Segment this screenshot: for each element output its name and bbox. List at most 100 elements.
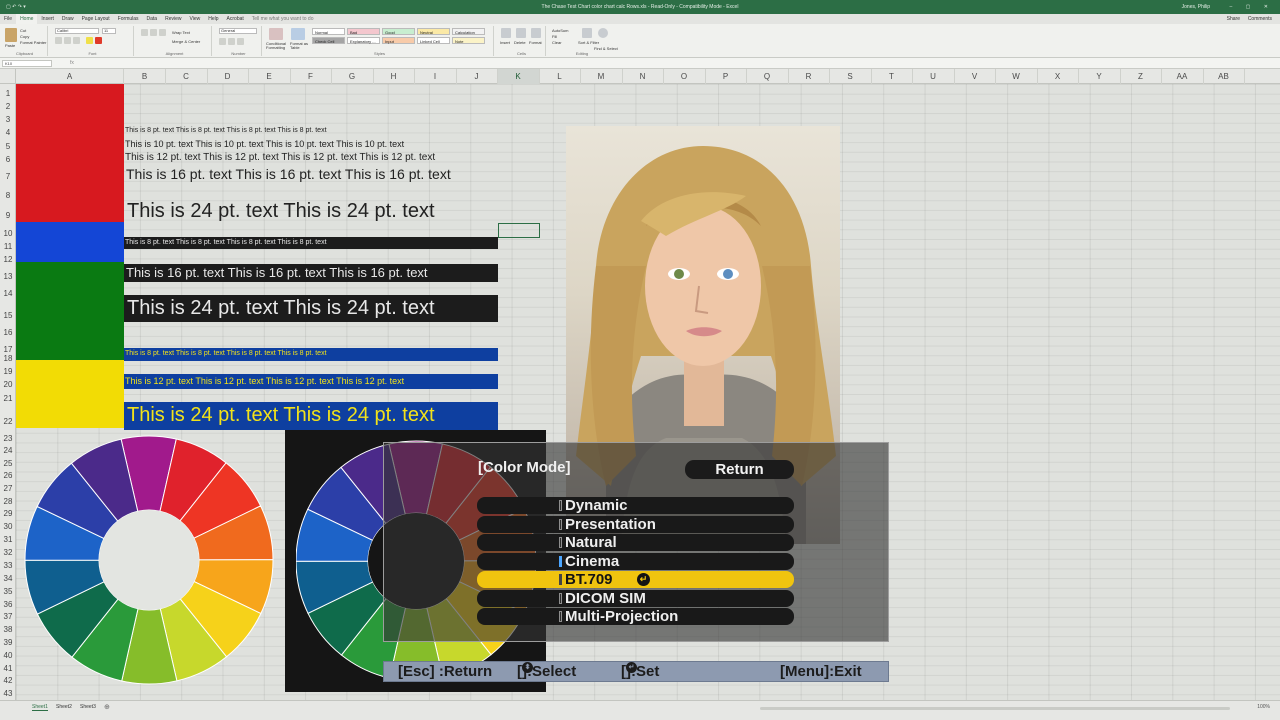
ribbon-tab-file[interactable]: File (0, 14, 16, 24)
row-header-29[interactable]: 29 (0, 509, 16, 518)
share-button[interactable]: Share (1223, 14, 1244, 24)
row-header-4[interactable]: 4 (0, 128, 16, 137)
row-header-19[interactable]: 19 (0, 367, 16, 376)
row-header-5[interactable]: 5 (0, 142, 16, 151)
row-header-34[interactable]: 34 (0, 574, 16, 583)
cell-style-linked-cell[interactable]: Linked Cell (417, 37, 450, 44)
add-sheet-button[interactable]: ⊕ (104, 703, 110, 711)
sort-filter-button[interactable]: Sort & Filter (578, 40, 599, 45)
column-header-b[interactable]: B (124, 69, 166, 84)
row-header-9[interactable]: 9 (0, 211, 16, 220)
row-header-42[interactable]: 42 (0, 676, 16, 685)
cell-style-neutral[interactable]: Neutral (417, 28, 450, 35)
column-header-h[interactable]: H (373, 69, 415, 84)
comma-icon[interactable] (237, 38, 244, 45)
column-header-t[interactable]: T (871, 69, 913, 84)
fx-icon[interactable]: fx (70, 58, 74, 69)
conditional-formatting-icon[interactable] (269, 28, 283, 40)
row-header-2[interactable]: 2 (0, 102, 16, 111)
column-header-ab[interactable]: AB (1203, 69, 1245, 84)
find-select-icon[interactable] (598, 28, 608, 38)
ribbon-tab-help[interactable]: Help (204, 14, 222, 24)
column-header-s[interactable]: S (830, 69, 872, 84)
row-header-39[interactable]: 39 (0, 638, 16, 647)
color-mode-dicom-sim[interactable]: DICOM SIM (477, 589, 794, 607)
ribbon-tab-data[interactable]: Data (143, 14, 162, 24)
ribbon-tab-page-layout[interactable]: Page Layout (78, 14, 114, 24)
row-header-26[interactable]: 26 (0, 471, 16, 480)
row-header-1[interactable]: 1 (0, 89, 16, 98)
column-header-d[interactable]: D (207, 69, 249, 84)
row-header-28[interactable]: 28 (0, 497, 16, 506)
row-header-40[interactable]: 40 (0, 651, 16, 660)
paste-label[interactable]: Paste (5, 43, 15, 48)
row-header-11[interactable]: 11 (0, 242, 16, 251)
ribbon-tab-insert[interactable]: Insert (37, 14, 58, 24)
zoom-level[interactable]: 100% (1257, 704, 1270, 710)
format-cells-icon[interactable] (531, 28, 541, 38)
color-mode-cinema[interactable]: Cinema (477, 552, 794, 570)
column-header-e[interactable]: E (249, 69, 291, 84)
tell-me-search[interactable]: Tell me what you want to do (248, 14, 318, 24)
column-header-v[interactable]: V (954, 69, 996, 84)
font-name-box[interactable]: Calibri (55, 28, 99, 34)
fill-button[interactable]: Fill (552, 34, 557, 39)
column-header-c[interactable]: C (166, 69, 208, 84)
font-size-box[interactable]: 11 (102, 28, 116, 34)
row-header-3[interactable]: 3 (0, 115, 16, 124)
row-header-24[interactable]: 24 (0, 446, 16, 455)
row-header-25[interactable]: 25 (0, 459, 16, 468)
percent-icon[interactable] (228, 38, 235, 45)
column-header-q[interactable]: Q (747, 69, 789, 84)
cut-button[interactable]: Cut (20, 28, 26, 33)
row-header-27[interactable]: 27 (0, 484, 16, 493)
sheet-tab-sheet1[interactable]: Sheet1 (32, 704, 48, 711)
row-header-7[interactable]: 7 (0, 172, 16, 181)
conditional-formatting-button[interactable]: Conditional Formatting (266, 42, 288, 50)
bold-icon[interactable] (55, 37, 62, 44)
active-cell-k10[interactable] (498, 223, 540, 238)
color-mode-natural[interactable]: Natural (477, 534, 794, 551)
select-all-corner[interactable] (0, 69, 16, 84)
insert-cells-icon[interactable] (501, 28, 511, 38)
cell-style-bad[interactable]: Bad (347, 28, 380, 35)
format-button[interactable]: Format (529, 40, 542, 45)
comments-button[interactable]: Comments (1244, 14, 1276, 24)
color-mode-multi-projection[interactable]: Multi-Projection (477, 608, 794, 625)
user-name[interactable]: Jones, Philip (1182, 0, 1210, 14)
ribbon-tab-draw[interactable]: Draw (58, 14, 78, 24)
delete-button[interactable]: Delete (514, 40, 526, 45)
column-header-w[interactable]: W (996, 69, 1038, 84)
row-header-13[interactable]: 13 (0, 272, 16, 281)
column-header-z[interactable]: Z (1120, 69, 1162, 84)
ribbon-tab-formulas[interactable]: Formulas (114, 14, 143, 24)
number-format-box[interactable]: General (219, 28, 257, 34)
row-header-41[interactable]: 41 (0, 664, 16, 673)
italic-icon[interactable] (64, 37, 71, 44)
underline-icon[interactable] (73, 37, 80, 44)
cell-style-input[interactable]: Input (382, 37, 415, 44)
return-button[interactable]: Return (685, 460, 794, 479)
format-as-table-icon[interactable] (291, 28, 305, 40)
row-header-8[interactable]: 8 (0, 191, 16, 200)
cell-style-check-cell[interactable]: Check Cell (312, 37, 345, 44)
align-top-icon[interactable] (141, 29, 148, 36)
row-header-6[interactable]: 6 (0, 155, 16, 164)
column-header-f[interactable]: F (290, 69, 332, 84)
wrap-text-button[interactable]: Wrap Text (172, 30, 190, 35)
column-header-l[interactable]: L (539, 69, 581, 84)
format-as-table-button[interactable]: Format as Table (290, 42, 310, 50)
column-header-m[interactable]: M (581, 69, 623, 84)
column-header-aa[interactable]: AA (1162, 69, 1204, 84)
color-mode-dynamic[interactable]: Dynamic (477, 497, 794, 514)
paste-icon[interactable] (5, 28, 17, 42)
row-header-21[interactable]: 21 (0, 394, 16, 403)
sort-filter-icon[interactable] (582, 28, 592, 38)
clear-button[interactable]: Clear (552, 40, 562, 45)
row-header-35[interactable]: 35 (0, 587, 16, 596)
sheet-tab-sheet3[interactable]: Sheet3 (80, 704, 96, 710)
column-header-i[interactable]: I (415, 69, 457, 84)
merge-center-button[interactable]: Merge & Center (172, 39, 200, 44)
fill-color-icon[interactable] (86, 37, 93, 44)
row-header-18[interactable]: 18 (0, 354, 16, 363)
